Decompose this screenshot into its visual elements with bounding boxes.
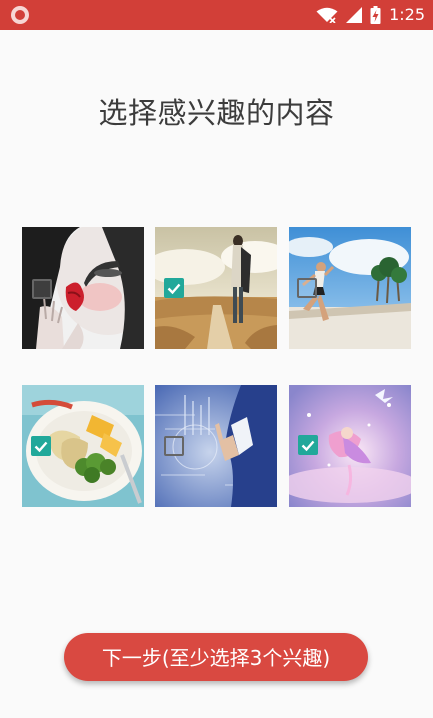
interest-tile-fantasy-art[interactable] (289, 385, 411, 507)
interest-checkbox[interactable] (31, 436, 51, 456)
interest-checkbox[interactable] (32, 279, 52, 299)
interest-tile-fashion-portrait[interactable] (22, 227, 144, 349)
page-title: 选择感兴趣的内容 (98, 96, 335, 130)
checkmark-icon (34, 441, 48, 453)
interest-tile-running-beach[interactable] (289, 227, 411, 349)
status-icons: 1:25 (316, 0, 425, 30)
interest-checkbox[interactable] (297, 278, 317, 298)
interest-tile-travel-desert-road[interactable] (155, 227, 277, 349)
wifi-icon (316, 7, 338, 23)
interest-checkbox[interactable] (164, 436, 184, 456)
next-step-button[interactable]: 下一步(至少选择3个兴趣) (64, 633, 368, 681)
cellular-signal-icon (346, 7, 363, 23)
status-bar: 1:25 (0, 0, 433, 30)
interest-tile-food-plate[interactable] (22, 385, 144, 507)
battery-charging-icon (370, 6, 381, 24)
app-notification-icon (11, 6, 29, 24)
checkmark-icon (301, 440, 315, 452)
clock-time: 1:25 (389, 5, 425, 24)
interest-tile-technology-hand[interactable] (155, 385, 277, 507)
interest-checkbox[interactable] (164, 278, 184, 298)
checkmark-icon (167, 283, 181, 295)
interest-checkbox[interactable] (298, 435, 318, 455)
